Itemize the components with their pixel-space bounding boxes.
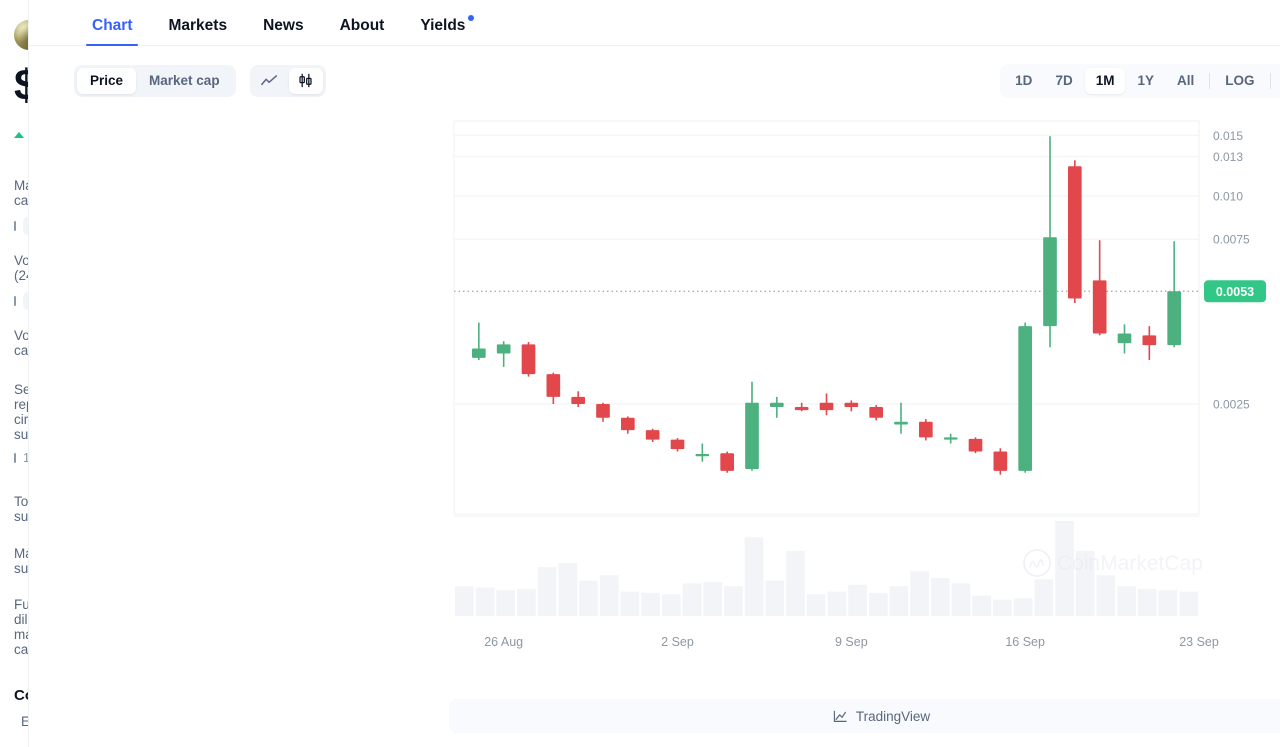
metric-toggle: Price Market cap <box>74 65 236 97</box>
tab-yields[interactable]: Yields <box>402 14 483 46</box>
price-chart[interactable]: 0.015 0.013 0.010 0.0075 0.0025 0.0053 CoinMar… <box>449 116 1280 676</box>
tradingview-icon <box>833 710 847 722</box>
market-cap-label: Market cap <box>14 177 29 208</box>
tab-about[interactable]: About <box>322 17 403 46</box>
chart-type-toggle <box>249 64 326 97</box>
tab-markets[interactable]: Markets <box>150 17 245 46</box>
svg-text:CoinMarketCap: CoinMarketCap <box>1057 552 1203 575</box>
max-supply-label: Max. supply <box>14 545 29 576</box>
tab-news[interactable]: News <box>245 17 322 46</box>
svg-text:0.015: 0.015 <box>1213 128 1243 142</box>
circulating-supply-label: Self-reported circulating supply <box>14 381 29 442</box>
line-chart-icon-button[interactable] <box>253 68 287 94</box>
notification-dot-icon <box>468 14 475 21</box>
svg-text:2 Sep: 2 Sep <box>661 635 694 649</box>
svg-text:0.0025: 0.0025 <box>1213 397 1250 411</box>
svg-text:23 Sep: 23 Sep <box>1179 635 1219 649</box>
range-all[interactable]: All <box>1166 68 1205 94</box>
chart-toolbar: Price Market cap 1D 7D 1M 1Y All LOG <box>29 46 1280 98</box>
log-scale-toggle[interactable]: LOG <box>1214 68 1265 94</box>
tradingview-label: TradingView <box>855 708 931 724</box>
svg-text:9 Sep: 9 Sep <box>835 635 868 649</box>
coin-info-sidebar: Atsuko SatoSATO 964 $0.00529 30.76% (1 <box>0 0 29 747</box>
tab-chart[interactable]: Chart <box>74 17 150 46</box>
divider <box>1269 72 1271 89</box>
bar-marker <box>14 220 16 231</box>
more-options-button[interactable]: ··· <box>1275 68 1280 94</box>
svg-text:0.013: 0.013 <box>1213 150 1243 164</box>
candlestick-chart-svg[interactable]: 0.015 0.013 0.010 0.0075 0.0025 0.0053 CoinMar… <box>449 116 1280 676</box>
candlestick-chart-icon-button[interactable] <box>288 67 323 94</box>
range-1m[interactable]: 1M <box>1084 68 1126 94</box>
contract-chain-label: Ethereum: <box>21 714 28 729</box>
chart-panel: Chart Markets News About Yields Price Ma… <box>29 0 1280 747</box>
range-1d[interactable]: 1D <box>1004 68 1043 94</box>
svg-text:16 Sep: 16 Sep <box>1005 635 1045 649</box>
divider <box>1209 72 1211 89</box>
svg-text:0.010: 0.010 <box>1213 189 1243 203</box>
metric-marketcap-option[interactable]: Market cap <box>136 68 233 94</box>
svg-text:0.0053: 0.0053 <box>1216 284 1254 298</box>
tradingview-attribution[interactable]: TradingView <box>449 699 1280 733</box>
line-chart-icon <box>261 74 278 85</box>
fdv-label: Fully diluted market cap <box>14 596 29 657</box>
total-supply-label: Total supply <box>14 493 29 524</box>
svg-text:0.0075: 0.0075 <box>1213 232 1250 246</box>
bar-marker <box>14 295 16 306</box>
range-1y[interactable]: 1Y <box>1126 68 1165 94</box>
content-tabs: Chart Markets News About Yields <box>29 0 1280 46</box>
coin-detail-page: Atsuko SatoSATO 964 $0.00529 30.76% (1 <box>0 0 1280 747</box>
volume-label: Volume (24h) <box>14 252 28 283</box>
vol-mcap-label: Volume/Market cap (24h) <box>14 327 29 358</box>
svg-text:26 Aug: 26 Aug <box>484 635 523 649</box>
coin-avatar <box>14 20 28 50</box>
range-7d[interactable]: 7D <box>1044 68 1083 94</box>
metric-price-option[interactable]: Price <box>77 68 137 94</box>
caret-up-icon <box>14 131 24 138</box>
candlestick-chart-icon <box>299 74 312 88</box>
time-range-group: 1D 7D 1M 1Y All LOG ··· <box>1000 64 1280 98</box>
bar-marker <box>14 452 16 463</box>
